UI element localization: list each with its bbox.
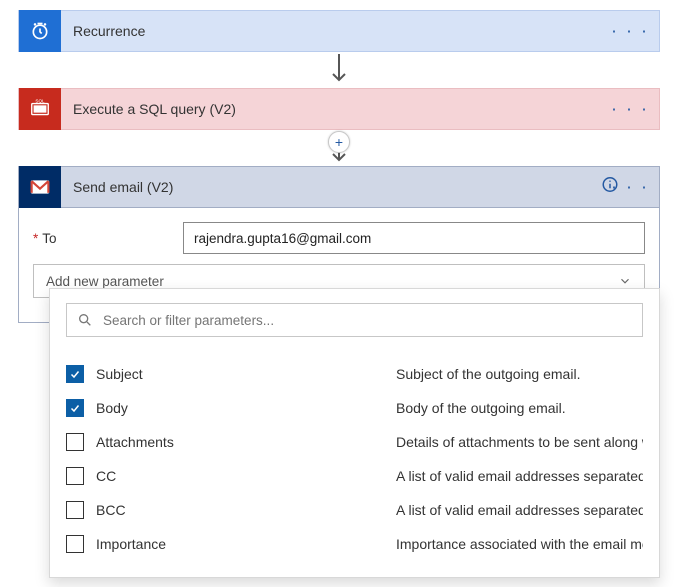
parameter-option[interactable]: BCC [66, 493, 396, 527]
option-description: Details of attachments to be sent along … [396, 425, 643, 459]
to-label-text: To [42, 231, 56, 246]
to-label: *To [33, 231, 183, 246]
checkbox[interactable] [66, 501, 84, 519]
checkbox[interactable] [66, 433, 84, 451]
more-menu-icon[interactable]: · · · [611, 99, 649, 120]
step-title: Recurrence [73, 23, 145, 39]
flow-arrow [18, 52, 660, 88]
option-description: A list of valid email addresses separate… [396, 493, 643, 527]
step-title: Execute a SQL query (V2) [73, 101, 236, 117]
option-label: Body [96, 400, 128, 416]
chevron-down-icon [618, 274, 632, 288]
parameter-option[interactable]: Importance [66, 527, 396, 561]
flow-arrow: + [18, 130, 660, 166]
parameter-dropdown-panel: SubjectSubject of the outgoing email.Bod… [49, 288, 660, 578]
more-menu-icon[interactable]: · · · [611, 21, 649, 42]
svg-text:SQL: SQL [35, 99, 45, 104]
option-label: CC [96, 468, 116, 484]
step-card-gmail-header[interactable]: Send email (V2) · · · [18, 166, 660, 208]
option-label: BCC [96, 502, 126, 518]
option-description: A list of valid email addresses separate… [396, 459, 643, 493]
option-label: Attachments [96, 434, 174, 450]
parameter-option[interactable]: CC [66, 459, 396, 493]
add-parameter-label: Add new parameter [46, 274, 164, 289]
parameter-option[interactable]: Attachments [66, 425, 396, 459]
parameter-option[interactable]: Body [66, 391, 396, 425]
option-label: Importance [96, 536, 166, 552]
checkbox[interactable] [66, 365, 84, 383]
search-icon [77, 312, 93, 328]
parameter-option[interactable]: Subject [66, 357, 396, 391]
more-menu-icon[interactable]: · · · [611, 177, 649, 198]
to-input[interactable] [183, 222, 645, 254]
option-description: Subject of the outgoing email. [396, 357, 643, 391]
checkbox[interactable] [66, 399, 84, 417]
checkbox[interactable] [66, 467, 84, 485]
option-label: Subject [96, 366, 143, 382]
gmail-form-panel: *To Add new parameter SubjectSubject of … [18, 208, 660, 323]
gmail-icon [19, 166, 61, 208]
add-step-button[interactable]: + [328, 131, 350, 153]
step-title: Send email (V2) [73, 179, 173, 195]
parameter-search-box[interactable] [66, 303, 643, 337]
option-description: Body of the outgoing email. [396, 391, 643, 425]
step-card-recurrence[interactable]: Recurrence · · · [18, 10, 660, 52]
recurrence-icon [19, 10, 61, 52]
parameter-search-input[interactable] [103, 313, 632, 328]
option-description: Importance associated with the email mes… [396, 527, 643, 561]
sql-icon: SQL [19, 88, 61, 130]
step-card-sql[interactable]: SQL Execute a SQL query (V2) · · · [18, 88, 660, 130]
checkbox[interactable] [66, 535, 84, 553]
